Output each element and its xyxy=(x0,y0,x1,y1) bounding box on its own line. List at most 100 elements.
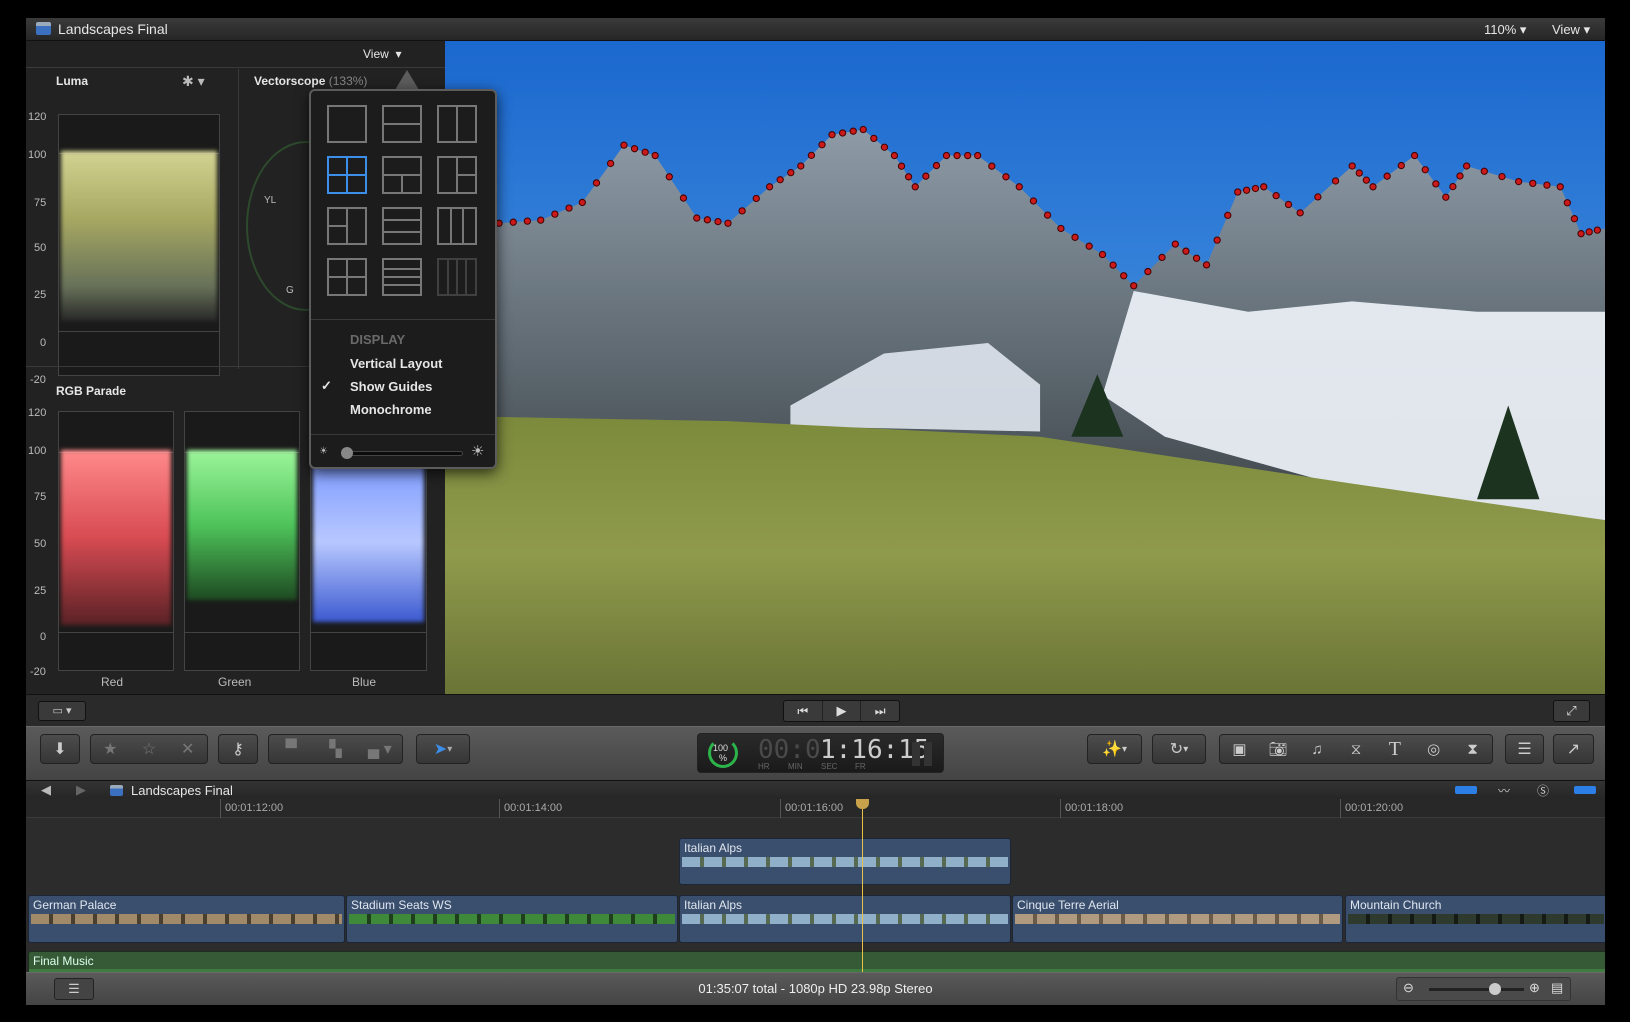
shape-mask-point[interactable] xyxy=(509,218,517,226)
shape-mask-point[interactable] xyxy=(738,207,746,215)
shape-mask-point[interactable] xyxy=(1085,242,1093,250)
zoom-menu[interactable]: 110% ▾ xyxy=(1484,22,1526,38)
previous-edit-icon[interactable]: ⏮ xyxy=(784,701,822,721)
shape-mask-point[interactable] xyxy=(904,173,913,181)
shape-mask-point[interactable] xyxy=(1348,162,1356,170)
shape-mask-point[interactable] xyxy=(1242,186,1251,194)
shape-mask-point[interactable] xyxy=(724,219,732,227)
zoom-out-icon[interactable]: ⊖ xyxy=(1403,980,1414,996)
shape-mask-point[interactable] xyxy=(1098,250,1107,259)
snapping-icon[interactable] xyxy=(1574,786,1596,794)
shape-mask-point[interactable] xyxy=(1421,166,1429,174)
shape-mask-point[interactable] xyxy=(1109,261,1117,269)
insert-clip-icon[interactable]: ▚ xyxy=(313,739,357,759)
shape-mask-point[interactable] xyxy=(1543,181,1551,189)
shape-mask-point[interactable] xyxy=(1272,192,1280,200)
shape-mask-point[interactable] xyxy=(1563,199,1571,207)
viewer-display-menu[interactable]: ▭ ▾ xyxy=(38,701,86,721)
shape-mask-point[interactable] xyxy=(1529,179,1537,188)
connect-clip-icon[interactable]: ▀ xyxy=(269,740,313,758)
shape-mask-point[interactable] xyxy=(1202,261,1211,269)
shape-mask-point[interactable] xyxy=(1593,226,1601,234)
layout-one-top-two-bottom-icon[interactable] xyxy=(327,156,367,194)
shape-mask-point[interactable] xyxy=(1144,267,1152,276)
shape-mask-point[interactable] xyxy=(911,183,919,191)
slider-thumb[interactable] xyxy=(341,447,353,459)
shape-mask-point[interactable] xyxy=(1397,161,1405,170)
shape-mask-point[interactable] xyxy=(714,217,722,226)
photos-browser-icon[interactable]: 📷︎ xyxy=(1259,740,1298,758)
primary-clip[interactable]: Stadium Seats WS xyxy=(346,895,678,943)
inspector-icon[interactable]: ☰ xyxy=(1505,734,1544,764)
shape-mask-point[interactable] xyxy=(870,134,878,143)
shape-mask-point[interactable] xyxy=(1192,254,1201,262)
shape-mask-point[interactable] xyxy=(1498,172,1506,181)
shape-mask-point[interactable] xyxy=(665,173,673,181)
shape-mask-point[interactable] xyxy=(838,129,847,137)
shape-mask-point[interactable] xyxy=(859,125,867,134)
shape-mask-point[interactable] xyxy=(1331,177,1340,185)
layout-three-columns-icon[interactable] xyxy=(437,207,477,245)
shape-mask-point[interactable] xyxy=(797,162,805,170)
primary-clip[interactable]: Italian Alps xyxy=(679,895,1011,943)
zoom-in-icon[interactable]: ⊕ xyxy=(1529,980,1540,996)
shape-mask-point[interactable] xyxy=(651,151,659,160)
share-icon[interactable]: ↗ xyxy=(1553,734,1594,764)
shape-mask-point[interactable] xyxy=(693,214,701,222)
shape-mask-point[interactable] xyxy=(1383,172,1391,180)
clip-appearance-icon[interactable]: ▤ xyxy=(1551,980,1563,996)
shape-mask-point[interactable] xyxy=(787,168,795,177)
layout-two-columns-icon[interactable] xyxy=(437,105,477,143)
shape-mask-point[interactable] xyxy=(1480,167,1488,175)
viewer[interactable] xyxy=(445,41,1605,694)
timeline-ruler[interactable]: 00:01:12:00 00:01:14:00 00:01:16:00 00:0… xyxy=(26,799,1605,818)
shape-mask-point[interactable] xyxy=(1029,197,1038,205)
shape-mask-point[interactable] xyxy=(1260,183,1268,191)
shape-mask-point[interactable] xyxy=(1410,151,1419,160)
shape-mask-point[interactable] xyxy=(1369,183,1377,191)
shape-mask-point[interactable] xyxy=(679,194,688,202)
shape-mask-point[interactable] xyxy=(818,141,826,149)
shape-mask-point[interactable] xyxy=(849,127,857,135)
menu-item-vertical-layout[interactable]: Vertical Layout xyxy=(311,353,495,375)
clip-appearance-icon[interactable] xyxy=(1455,786,1477,794)
gear-icon[interactable]: ✱ ▾ xyxy=(182,73,205,90)
playhead[interactable] xyxy=(862,799,863,972)
connected-clip[interactable]: Italian Alps xyxy=(679,838,1011,885)
shape-mask-point[interactable] xyxy=(964,151,972,160)
shape-mask-point[interactable] xyxy=(1158,253,1166,262)
shape-mask-point[interactable] xyxy=(1213,236,1221,244)
next-edit-icon[interactable]: ⏭ xyxy=(861,701,899,721)
shape-mask-point[interactable] xyxy=(620,141,628,149)
fullscreen-icon[interactable]: ⤢ xyxy=(1553,700,1590,722)
menu-item-show-guides[interactable]: ✓ Show Guides xyxy=(311,376,495,398)
shape-mask-point[interactable] xyxy=(1556,183,1564,191)
shape-mask-point[interactable] xyxy=(890,151,899,160)
viewer-view-menu[interactable]: View ▾ xyxy=(1552,22,1590,38)
play-icon[interactable]: ▶ xyxy=(821,701,862,721)
effects-browser-icon[interactable]: ▣ xyxy=(1220,740,1259,758)
shape-mask-point[interactable] xyxy=(1057,224,1065,233)
shape-mask-point[interactable] xyxy=(1284,200,1293,209)
shape-mask-point[interactable] xyxy=(1355,169,1363,177)
shape-mask-point[interactable] xyxy=(974,151,982,160)
forward-arrow-icon[interactable]: ▶ xyxy=(76,782,86,798)
layout-four-rows-icon[interactable] xyxy=(382,258,422,296)
shape-mask-point[interactable] xyxy=(776,176,784,184)
layout-four-columns-icon[interactable] xyxy=(437,258,477,296)
shape-mask-point[interactable] xyxy=(988,162,996,170)
shape-mask-point[interactable] xyxy=(537,216,545,224)
favorite-icon[interactable]: ★ xyxy=(91,739,130,759)
shape-mask-point[interactable] xyxy=(942,151,951,160)
import-icon[interactable]: ⬇ xyxy=(40,734,80,764)
shape-mask-point[interactable] xyxy=(551,210,559,218)
shape-mask-point[interactable] xyxy=(1130,282,1138,290)
zoom-slider-thumb[interactable] xyxy=(1489,983,1501,995)
shape-mask-point[interactable] xyxy=(897,162,906,170)
brightness-slider[interactable] xyxy=(341,447,463,459)
shape-mask-point[interactable] xyxy=(1362,176,1370,184)
shape-mask-point[interactable] xyxy=(828,131,836,139)
layout-right-split-left-icon[interactable] xyxy=(327,207,367,245)
shape-mask-point[interactable] xyxy=(953,151,961,160)
shape-mask-point[interactable] xyxy=(1314,193,1322,201)
